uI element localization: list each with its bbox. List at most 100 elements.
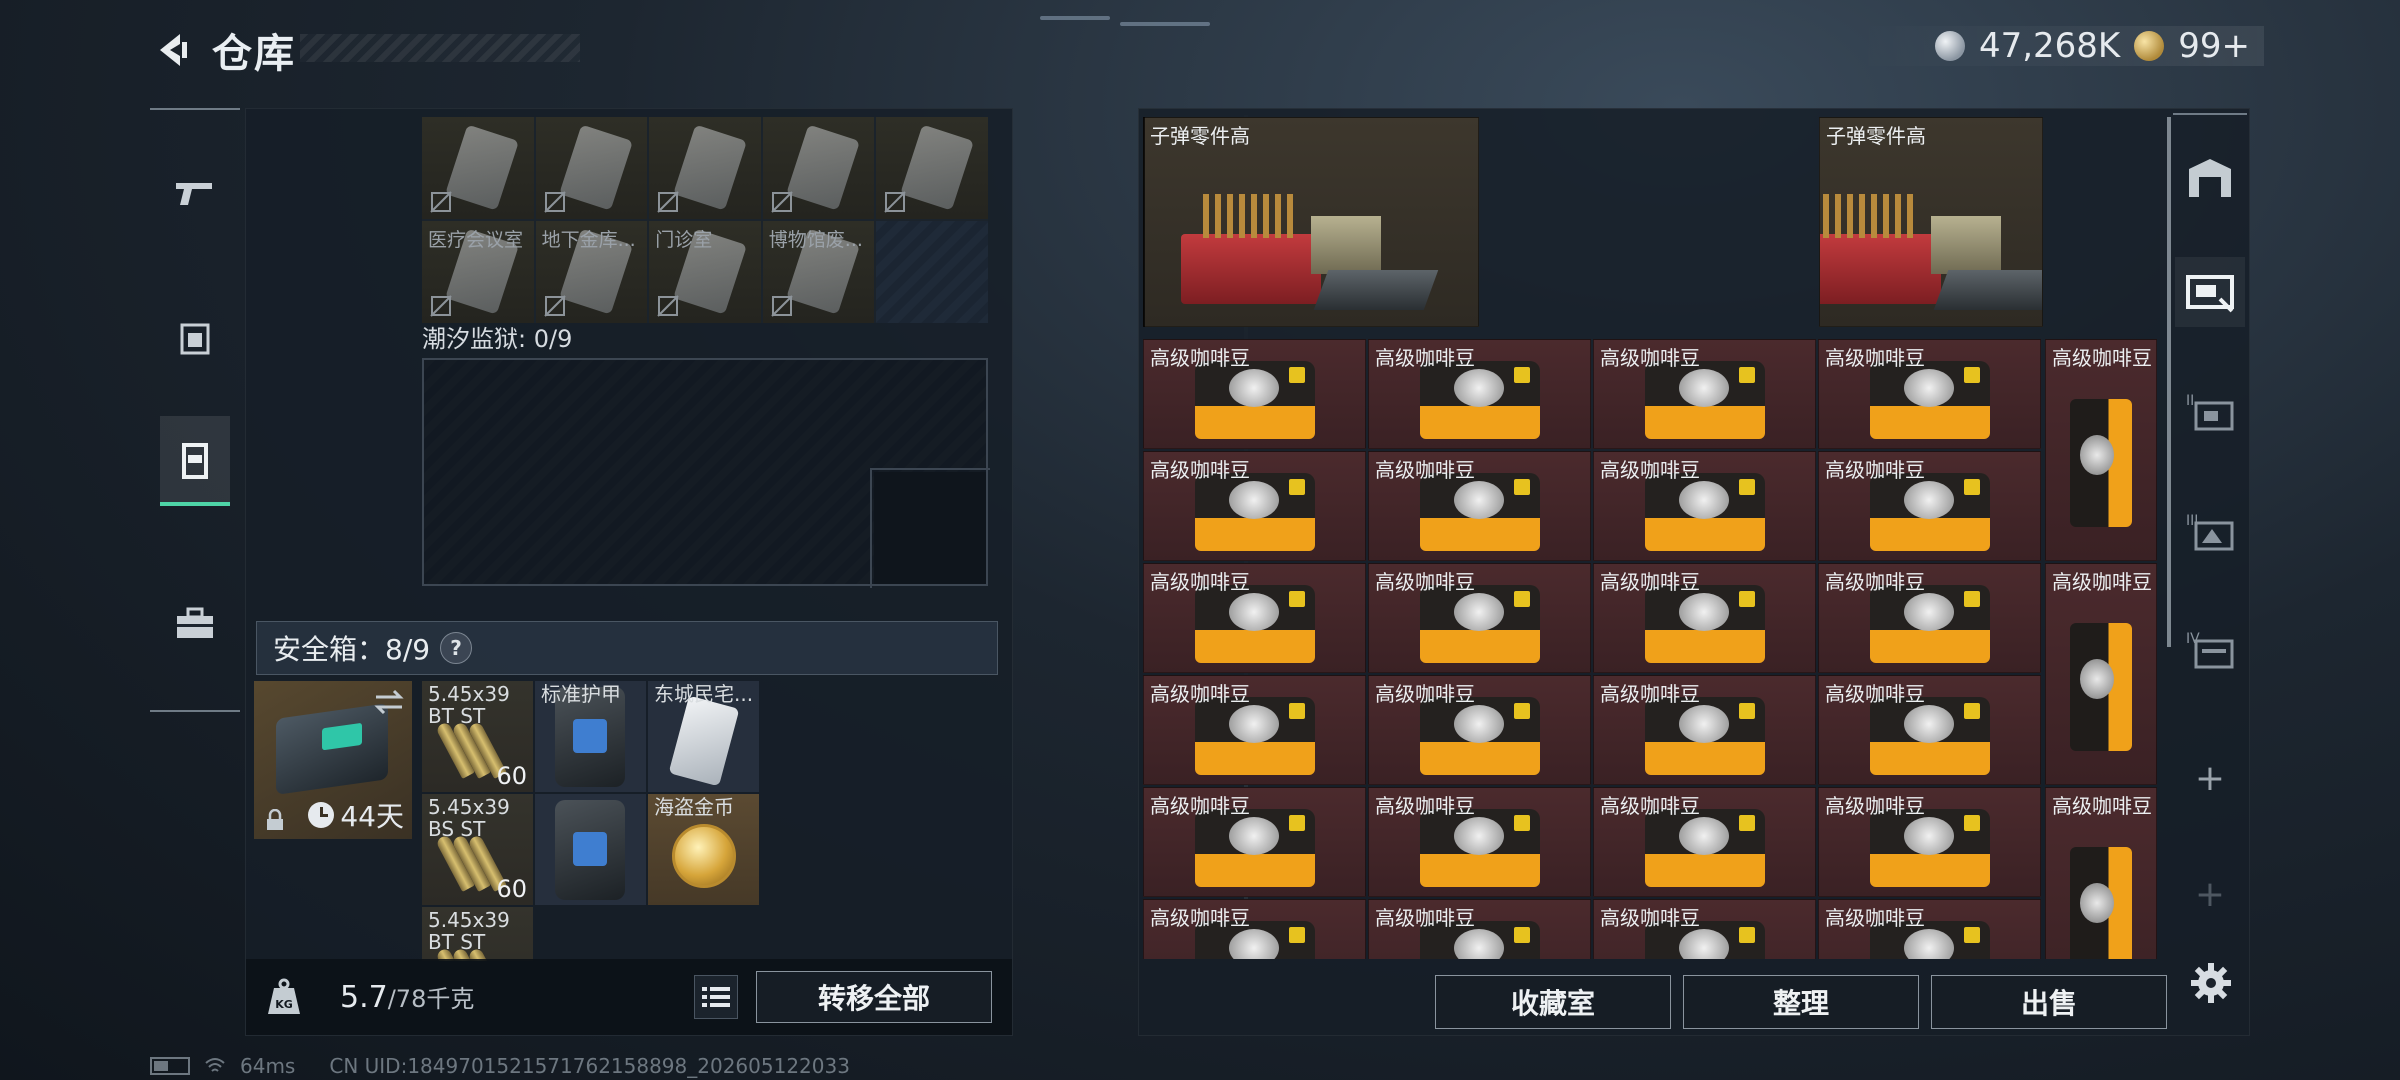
stash-item-coffee-pack[interactable]: 高级咖啡豆: [1368, 899, 1591, 959]
keycard-slot[interactable]: 医疗会议室: [422, 221, 534, 323]
add-stash-button-disabled[interactable]: +: [2175, 859, 2245, 929]
add-stash-button[interactable]: +: [2175, 743, 2245, 813]
locked-icon: [771, 295, 793, 317]
stash-item-coffee-pack[interactable]: 高级咖啡豆: [1143, 339, 1366, 449]
stash-4-icon: IV: [2186, 631, 2234, 669]
stash-tab-4[interactable]: IV: [2175, 615, 2245, 685]
stash-item-coffee-pack[interactable]: 高级咖啡豆: [1143, 563, 1366, 673]
status-bar: 64ms CN UID:1849701521571762158898_20260…: [150, 1054, 850, 1078]
safe-item-ammo[interactable]: 5.45x39 BT ST 60: [422, 681, 533, 792]
rail-tab-toolbox[interactable]: [160, 578, 230, 668]
coffee-pack-image: [1419, 361, 1540, 440]
stash-item-coffee-pack[interactable]: 高级咖啡豆: [1593, 675, 1816, 785]
stash-item-coffee-bag[interactable]: 高级咖啡豆: [2045, 563, 2157, 785]
stash-item-coffee-bag[interactable]: 高级咖啡豆: [1143, 117, 1145, 327]
stash-tab-3[interactable]: III: [2175, 497, 2245, 567]
padlock-icon: [267, 809, 283, 830]
stash-item-ammo-crate[interactable]: 子弹零件高: [1819, 117, 2043, 327]
item-label: 高级咖啡豆: [1600, 794, 1700, 818]
item-label: 高级咖啡豆: [1825, 906, 1925, 930]
item-label: 高级咖啡豆: [1825, 458, 1925, 482]
stash-item-coffee-pack[interactable]: 高级咖啡豆: [1143, 451, 1366, 561]
coffee-pack-image: [1644, 361, 1765, 440]
stash-item-coffee-pack[interactable]: 高级咖啡豆: [1593, 899, 1816, 959]
locked-icon: [884, 191, 907, 213]
stash-item-coffee-pack[interactable]: 高级咖啡豆: [1368, 675, 1591, 785]
keycard-slot[interactable]: [422, 117, 534, 219]
stash-scrollbar[interactable]: [2167, 117, 2171, 647]
empty-slot[interactable]: [876, 221, 988, 323]
keycard-image: [786, 124, 860, 212]
safe-item-ammo[interactable]: 5.45x39 BT ST: [422, 907, 533, 961]
stash-tab-storage[interactable]: [2175, 143, 2245, 213]
safe-item-coin[interactable]: 海盗金币: [648, 794, 759, 905]
safe-item-vest[interactable]: [535, 794, 646, 905]
coffee-pack-image: [1644, 585, 1765, 664]
stash-item-coffee-pack[interactable]: 高级咖啡豆: [1818, 787, 2041, 897]
collection-room-button[interactable]: 收藏室: [1435, 975, 1671, 1029]
stash-item-coffee-pack[interactable]: 高级咖啡豆: [1818, 339, 2041, 449]
armor-icon: [180, 323, 210, 355]
sell-button[interactable]: 出售: [1931, 975, 2167, 1029]
stash-item-coffee-pack[interactable]: 高级咖啡豆: [1368, 563, 1591, 673]
item-label: 高级咖啡豆: [1825, 570, 1925, 594]
coffee-pack-image: [1419, 809, 1540, 888]
stash-item-coffee-pack[interactable]: 高级咖啡豆: [1818, 563, 2041, 673]
currency-primary-value: 47,268K: [1978, 26, 2121, 66]
stash-item-coffee-pack[interactable]: 高级咖啡豆: [1593, 451, 1816, 561]
back-arrow-icon[interactable]: [150, 28, 194, 72]
stash-tab-1[interactable]: [2175, 257, 2245, 327]
stash-item-coffee-pack[interactable]: 高级咖啡豆: [1818, 451, 2041, 561]
currency-secondary-value[interactable]: 99+: [2178, 26, 2250, 66]
safe-box-slot[interactable]: 44天: [254, 681, 412, 839]
stash-item-coffee-bag[interactable]: 高级咖啡豆: [2045, 339, 2157, 561]
coffee-pack-image: [1644, 473, 1765, 552]
stash-item-coffee-pack[interactable]: 高级咖啡豆: [1143, 787, 1366, 897]
background-light-streaks: [1040, 12, 1220, 42]
stash-item-coffee-pack[interactable]: 高级咖啡豆: [1593, 339, 1816, 449]
keycard-slot[interactable]: [535, 117, 648, 219]
stash-item-coffee-pack[interactable]: 高级咖啡豆: [1818, 899, 2041, 959]
stash-item-coffee-pack[interactable]: 高级咖啡豆: [1143, 675, 1366, 785]
stash-item-coffee-bag[interactable]: 高级咖啡豆: [2045, 787, 2157, 959]
storage-icon: [2189, 159, 2231, 197]
item-label: 东城民宅...: [654, 682, 754, 706]
sort-button[interactable]: 整理: [1683, 975, 1919, 1029]
settings-button[interactable]: [2183, 955, 2239, 1011]
item-label: 海盗金币: [654, 795, 734, 819]
locked-icon: [430, 295, 452, 317]
keycard-slot[interactable]: 地下金库...: [535, 221, 648, 323]
stash-tab-2[interactable]: II: [2175, 377, 2245, 447]
stash-item-coffee-pack[interactable]: 高级咖啡豆: [1143, 899, 1366, 959]
keycard-slot[interactable]: [876, 117, 988, 219]
help-icon[interactable]: ?: [440, 632, 473, 664]
stash-item-coffee-pack[interactable]: 高级咖啡豆: [1593, 563, 1816, 673]
weight-readout: 5.7/78千克: [340, 979, 474, 1015]
keycard-slot[interactable]: 门诊室: [649, 221, 761, 323]
item-label: 高级咖啡豆: [1825, 794, 1925, 818]
safe-item-vest[interactable]: 标准护甲: [535, 681, 646, 792]
stash-item-coffee-pack[interactable]: 高级咖啡豆: [1368, 451, 1591, 561]
swap-icon[interactable]: [372, 685, 406, 719]
inventory-bottom-bar: KG 5.7/78千克 转移全部: [246, 959, 1012, 1035]
coffee-pack-image: [1644, 697, 1765, 776]
transfer-all-button[interactable]: 转移全部: [756, 971, 992, 1023]
keycard-slot[interactable]: 博物馆废...: [762, 221, 875, 323]
stash-item-coffee-pack[interactable]: 高级咖啡豆: [1593, 787, 1816, 897]
gold-coin-icon: [2134, 31, 2165, 61]
safe-item-ammo[interactable]: 5.45x39 BS ST 60: [422, 794, 533, 905]
rail-tab-armor[interactable]: [160, 294, 230, 384]
list-view-button[interactable]: [694, 975, 738, 1019]
rail-tab-backpack[interactable]: [160, 416, 230, 506]
keycard-slot[interactable]: [762, 117, 875, 219]
coffee-pack-image: [1194, 473, 1315, 552]
stash-item-coffee-pack[interactable]: 高级咖啡豆: [1368, 787, 1591, 897]
safe-item-card[interactable]: 东城民宅...: [648, 681, 759, 792]
stash-item-ammo-crate[interactable]: 子弹零件高: [1143, 117, 1479, 327]
stash-item-coffee-pack[interactable]: 高级咖啡豆: [1368, 339, 1591, 449]
keycard-image: [668, 695, 740, 787]
prison-container[interactable]: [422, 358, 990, 588]
keycard-slot[interactable]: [649, 117, 761, 219]
rail-tab-weapons[interactable]: [160, 148, 230, 238]
stash-item-coffee-pack[interactable]: 高级咖啡豆: [1818, 675, 2041, 785]
